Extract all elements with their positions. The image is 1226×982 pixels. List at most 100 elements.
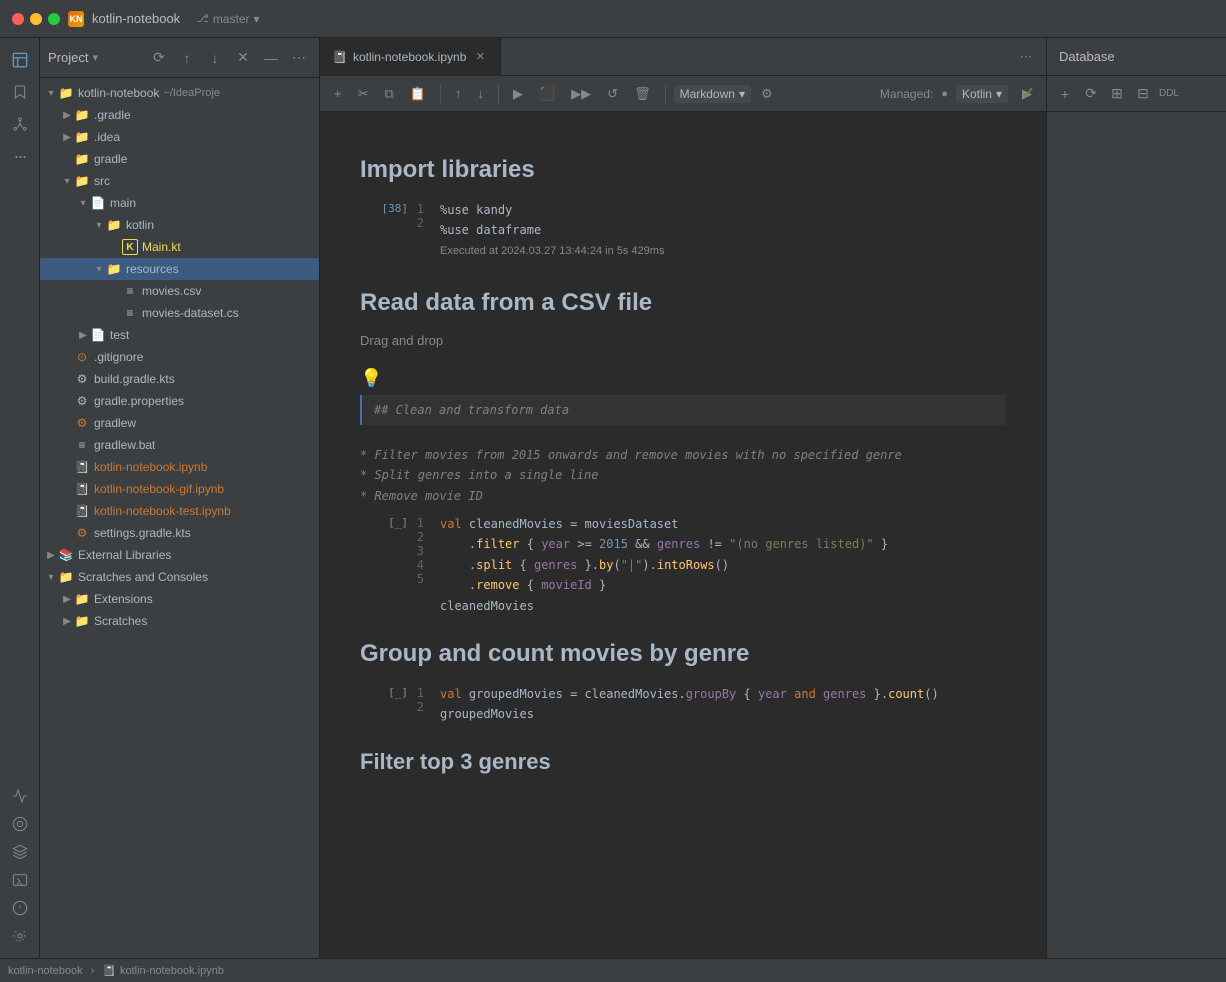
toolbar-btn-collapse[interactable]: — bbox=[259, 46, 283, 70]
tree-item-resources[interactable]: ▾ 📁 resources bbox=[40, 258, 319, 280]
app-icon: KN bbox=[68, 11, 84, 27]
tree-item-label: build.gradle.kts bbox=[94, 372, 175, 386]
managed-indicator: ● bbox=[941, 88, 948, 100]
tree-item-label: Extensions bbox=[94, 592, 153, 606]
tree-item-test[interactable]: ▶ 📄 test bbox=[40, 324, 319, 346]
nb-run-button[interactable]: ▶ bbox=[507, 82, 529, 106]
status-project: kotlin-notebook bbox=[8, 965, 83, 977]
db-ddl-button[interactable]: DDL bbox=[1157, 82, 1181, 106]
chevron-down-icon: ▾ bbox=[44, 570, 58, 584]
nb-run-all-button[interactable]: ▶▶ bbox=[565, 82, 597, 106]
cell-type-select[interactable]: Markdown ▾ bbox=[674, 85, 751, 103]
nb-move-up-button[interactable]: ↑ bbox=[449, 82, 468, 106]
tab-notebook-icon: 📓 bbox=[332, 50, 347, 64]
tree-item-movies-csv[interactable]: ≡ movies.csv bbox=[40, 280, 319, 302]
nb-add-button[interactable]: + bbox=[328, 82, 348, 106]
status-bar: kotlin-notebook › 📓 kotlin-notebook.ipyn… bbox=[0, 958, 1226, 982]
scratches-label: Scratches bbox=[94, 614, 147, 628]
cell-count-cleaned: [_] bbox=[388, 516, 408, 529]
tab-close-button[interactable]: ✕ bbox=[472, 49, 488, 65]
sidebar-icon-structure[interactable] bbox=[6, 110, 34, 138]
nb-copy-button[interactable]: ⧉ bbox=[379, 82, 400, 106]
tree-item-src[interactable]: ▾ 📁 src bbox=[40, 170, 319, 192]
tree-item-label: .gradle bbox=[94, 108, 131, 122]
tree-item-idea[interactable]: ▶ 📁 .idea bbox=[40, 126, 319, 148]
spacer bbox=[60, 460, 74, 474]
tab-bar: 📓 kotlin-notebook.ipynb ✕ ⋯ bbox=[320, 38, 1046, 76]
comment-line-1: * Filter movies from 2015 onwards and re… bbox=[360, 445, 1006, 465]
sidebar-icon-info[interactable] bbox=[6, 894, 34, 922]
comment-block: * Filter movies from 2015 onwards and re… bbox=[360, 441, 1006, 514]
close-button[interactable] bbox=[12, 13, 24, 25]
tree-item-gitignore[interactable]: ⊙ .gitignore bbox=[40, 346, 319, 368]
sidebar-icon-bookmarks[interactable] bbox=[6, 78, 34, 106]
nb-move-down-button[interactable]: ↓ bbox=[471, 82, 490, 106]
toolbar-btn-recent[interactable]: ⟳ bbox=[147, 46, 171, 70]
cell-body-38[interactable]: %use kandy %use dataframe Executed at 20… bbox=[440, 200, 1006, 265]
sidebar-icon-settings[interactable] bbox=[6, 922, 34, 950]
db-view-button[interactable]: ⊞ bbox=[1105, 82, 1129, 106]
nb-settings-button[interactable]: ⚙ bbox=[755, 82, 779, 106]
toolbar-btn-close[interactable]: ✕ bbox=[231, 46, 255, 70]
tree-item-gradlew-bat[interactable]: ≡ gradlew.bat bbox=[40, 434, 319, 456]
line-number: 4 bbox=[417, 558, 424, 572]
branch-chevron: ▾ bbox=[254, 12, 260, 26]
folder-icon: 📁 bbox=[74, 107, 90, 123]
chevron-down-icon: ▾ bbox=[44, 86, 58, 100]
sidebar-icon-layers[interactable] bbox=[6, 838, 34, 866]
sidebar-icon-more[interactable]: ··· bbox=[6, 142, 34, 170]
code-line-c5: cleanedMovies bbox=[440, 596, 1006, 616]
tree-item-scratches[interactable]: ▶ 📁 Scratches bbox=[40, 610, 319, 632]
cell-type-label: Markdown bbox=[680, 87, 735, 101]
db-table-button[interactable]: ⊟ bbox=[1131, 82, 1155, 106]
tree-item-extensions[interactable]: ▶ 📁 Extensions bbox=[40, 588, 319, 610]
tree-item-main-kt[interactable]: K Main.kt bbox=[40, 236, 319, 258]
tree-item-movies-dataset[interactable]: ≡ movies-dataset.cs bbox=[40, 302, 319, 324]
db-refresh-button[interactable]: ⟳ bbox=[1079, 82, 1103, 106]
cell-body-cleaned[interactable]: val cleanedMovies = moviesDataset .filte… bbox=[440, 514, 1006, 616]
highlighted-comment: ## Clean and transform data bbox=[360, 395, 1006, 425]
tab-notebook-label: kotlin-notebook.ipynb bbox=[353, 50, 466, 64]
tab-notebook[interactable]: 📓 kotlin-notebook.ipynb ✕ bbox=[320, 38, 501, 76]
tree-item-build-gradle[interactable]: ⚙ build.gradle.kts bbox=[40, 368, 319, 390]
tree-item-gradle-props[interactable]: ⚙ gradle.properties bbox=[40, 390, 319, 412]
cell-body-grouped[interactable]: val groupedMovies = cleanedMovies.groupB… bbox=[440, 684, 1006, 725]
sidebar-icon-analytics[interactable] bbox=[6, 782, 34, 810]
nb-paste-button[interactable]: 📋 bbox=[404, 82, 432, 106]
chevron-right-icon: ▶ bbox=[60, 108, 74, 122]
kernel-select[interactable]: Kotlin ▾ bbox=[956, 85, 1008, 103]
tree-item-ext-libs[interactable]: ▶ 📚 External Libraries bbox=[40, 544, 319, 566]
toolbar-btn-up[interactable]: ↑ bbox=[175, 46, 199, 70]
sidebar-icon-run[interactable] bbox=[6, 810, 34, 838]
tree-item-kotlin-dir[interactable]: ▾ 📁 kotlin bbox=[40, 214, 319, 236]
tree-item-notebook-gif[interactable]: 📓 kotlin-notebook-gif.ipynb bbox=[40, 478, 319, 500]
tree-item-scratches-consoles[interactable]: ▾ 📁 Scratches and Consoles bbox=[40, 566, 319, 588]
section-heading-import: Import libraries bbox=[360, 156, 1006, 184]
code-cell-38: [38] 1 2 %use kandy %use dataframe Execu… bbox=[360, 200, 1006, 265]
tree-item-gradle-dir[interactable]: 📁 gradle bbox=[40, 148, 319, 170]
chevron-right-icon: ▶ bbox=[60, 614, 74, 628]
tree-item-gradlew[interactable]: ⚙ gradlew bbox=[40, 412, 319, 434]
sidebar-icon-terminal[interactable] bbox=[6, 866, 34, 894]
nb-delete-button[interactable]: 🗑 bbox=[628, 82, 657, 106]
notebook-content[interactable]: Import libraries [38] 1 2 %use kandy %us… bbox=[320, 112, 1046, 958]
toolbar-btn-down[interactable]: ↓ bbox=[203, 46, 227, 70]
sidebar-icon-project[interactable] bbox=[6, 46, 34, 74]
tree-root-label: kotlin-notebook bbox=[78, 86, 159, 100]
tree-item-main[interactable]: ▾ 📄 main bbox=[40, 192, 319, 214]
tree-item-gradle[interactable]: ▶ 📁 .gradle bbox=[40, 104, 319, 126]
nb-restart-button[interactable]: ↺ bbox=[601, 82, 624, 106]
tab-more-button[interactable]: ⋯ bbox=[1014, 45, 1038, 69]
nb-stop-button[interactable]: ⬛ bbox=[533, 82, 561, 106]
maximize-button[interactable] bbox=[48, 13, 60, 25]
tree-item-settings-gradle[interactable]: ⚙ settings.gradle.kts bbox=[40, 522, 319, 544]
tree-item-notebook[interactable]: 📓 kotlin-notebook.ipynb bbox=[40, 456, 319, 478]
minimize-button[interactable] bbox=[30, 13, 42, 25]
status-file: 📓 kotlin-notebook.ipynb bbox=[102, 964, 224, 977]
tree-root-item[interactable]: ▾ 📁 kotlin-notebook ~/IdeaProje bbox=[40, 82, 319, 104]
db-add-button[interactable]: + bbox=[1053, 82, 1077, 106]
nb-cut-button[interactable]: ✂ bbox=[352, 82, 375, 106]
tree-item-notebook-test[interactable]: 📓 kotlin-notebook-test.ipynb bbox=[40, 500, 319, 522]
app-name: kotlin-notebook bbox=[92, 11, 180, 26]
toolbar-btn-options[interactable]: ⋯ bbox=[287, 46, 311, 70]
